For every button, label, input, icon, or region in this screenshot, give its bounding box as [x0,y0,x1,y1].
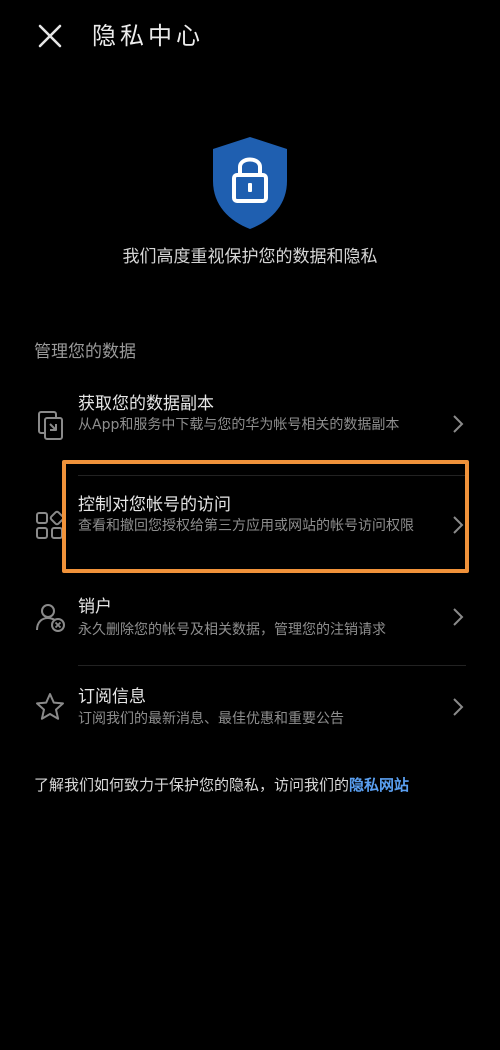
page-title: 隐私中心 [92,22,204,50]
header-bar: 隐私中心 [0,0,500,75]
list-item-subscriptions[interactable]: 订阅信息 订阅我们的最新消息、最佳优惠和重要公告 [0,680,500,740]
item-description: 从App和服务中下载与您的华为帐号相关的数据副本 [78,417,400,433]
item-description: 订阅我们的最新消息、最佳优惠和重要公告 [78,711,344,727]
list-item-delete-account[interactable]: 销户 永久删除您的帐号及相关数据，管理您的注销请求 [0,590,500,650]
user-remove-icon [34,601,66,633]
close-button[interactable] [34,20,66,52]
privacy-website-link[interactable]: 隐私网站 [349,776,409,794]
item-description: 永久删除您的帐号及相关数据，管理您的注销请求 [78,622,386,638]
item-title: 销户 [78,597,112,617]
focus-highlight [62,460,469,573]
privacy-tagline: 我们高度重视保护您的数据和隐私 [122,247,378,267]
item-title: 订阅信息 [78,687,146,707]
chevron-right-icon [451,696,465,718]
list-item-data-copy[interactable]: 获取您的数据副本 从App和服务中下载与您的华为帐号相关的数据副本 [0,385,500,460]
chevron-right-icon [451,413,465,435]
divider [78,665,466,666]
star-icon [34,691,66,723]
item-title: 获取您的数据副本 [78,394,214,414]
section-title: 管理您的数据 [34,342,136,362]
copy-icon [34,409,66,441]
footer-note: 了解我们如何致力于保护您的隐私，访问我们的隐私网站 [34,772,474,798]
chevron-right-icon [451,606,465,628]
close-icon [38,24,62,48]
shield-lock-icon [209,135,291,231]
footer-text: 了解我们如何致力于保护您的隐私，访问我们的 [34,776,350,794]
